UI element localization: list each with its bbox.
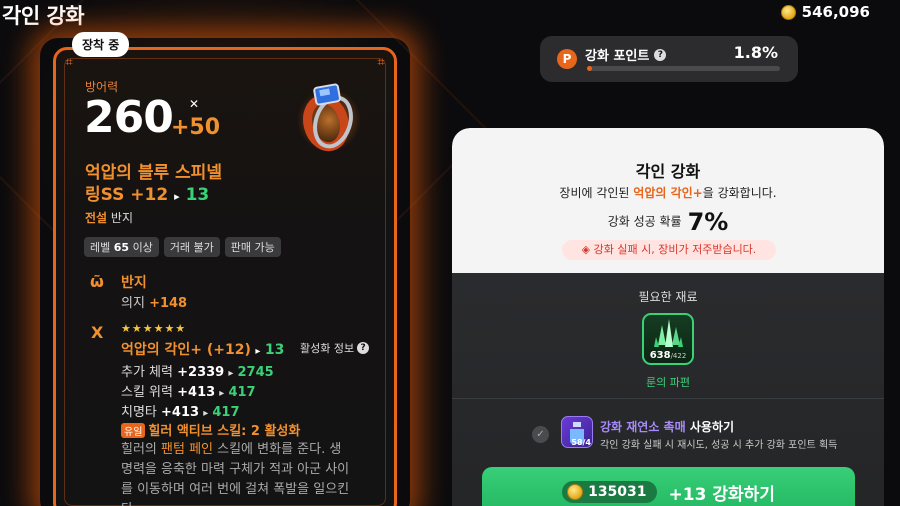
equipped-badge: 장착 중: [72, 32, 130, 57]
enhance-button-label: +13 강화하기: [668, 484, 775, 505]
engrave-line-hp: 추가 체력 +2339 ▸ 2745: [121, 365, 274, 380]
item-next-level: 13: [185, 185, 210, 205]
points-p-icon: P: [557, 49, 577, 69]
item-name-line2: 링SS +12 ▸ 13: [85, 184, 222, 208]
arrow-right-icon: ▸: [174, 190, 180, 203]
activate-info-button[interactable]: 활성화 정보 ?: [300, 340, 370, 356]
page-title: 각인 강화: [2, 4, 85, 28]
unique-skill-line: 유일 힐러 액티브 스킬: 2 활성화: [121, 420, 300, 439]
catalyst-checkbox[interactable]: ✓: [532, 426, 549, 443]
points-value: 1.8%: [733, 43, 778, 62]
engrave-icon: Ⅹ: [91, 323, 104, 342]
catalyst-count: 58/4: [571, 438, 591, 447]
tag-sell: 판매 가능: [224, 237, 281, 257]
enhance-points-bar: P 강화 포인트 ? 1.8%: [540, 36, 798, 82]
points-progress-track: [587, 66, 780, 71]
gold-display: 546,096: [780, 3, 870, 21]
material-count: 638/422: [649, 350, 687, 361]
engrave-line-crit: 치명타 +413 ▸ 417: [121, 405, 240, 420]
engrave-name: 억압의 각인+ (+12) ▸ 13: [121, 342, 285, 358]
engrave-line-power: 스킬 위력 +413 ▸ 417: [121, 385, 256, 400]
panel-title: 각인 강화: [635, 162, 701, 181]
item-type: 반지: [110, 211, 134, 225]
item-name: 억압의 블루 스피넬 링SS +12 ▸ 13: [85, 162, 222, 208]
item-tags: 레벨 65 이상 거래 불가 판매 가능: [84, 237, 281, 257]
catalyst-description: 각인 강화 실패 시 재시도, 성공 시 추가 강화 포인트 획득: [600, 440, 838, 451]
enhance-info-box: 각인 강화 장비에 각인된 억압의 각인+을 강화합니다. 강화 성공 확률 7%…: [452, 128, 884, 273]
gold-coin-icon: [567, 484, 584, 500]
stat-value: 260: [84, 92, 174, 143]
stat-bonus: +50: [171, 115, 221, 140]
material-label: 필요한 재료: [638, 290, 698, 304]
item-enhance-level: 링SS +12: [85, 185, 169, 205]
success-rate: 강화 성공 확률 7%: [607, 208, 729, 236]
help-icon[interactable]: ?: [654, 48, 667, 61]
engrave-stars: ★★★★★★: [121, 322, 187, 335]
unique-badge: 유일: [121, 423, 146, 438]
points-progress-fill: [587, 66, 592, 71]
help-icon: ?: [357, 342, 370, 354]
item-name-line1: 억압의 블루 스피넬: [85, 163, 222, 183]
catalyst-item-icon: 58/4: [561, 416, 593, 448]
enhance-cost: 135031: [562, 481, 657, 503]
gold-coin-icon: [780, 4, 796, 20]
divider: [452, 398, 884, 399]
points-label: 강화 포인트 ?: [585, 45, 667, 64]
panel-subtitle: 장비에 각인된 억압의 각인+을 강화합니다.: [559, 186, 777, 200]
sparkle-icon: ✕: [189, 97, 200, 111]
corner-ornament-icon: ⌗: [377, 55, 385, 70]
enhance-button[interactable]: 135031 +13 강화하기: [482, 467, 855, 506]
section-ring-stat: 의지 +148: [121, 296, 188, 311]
ring-item-icon: [297, 83, 361, 152]
corner-ornament-icon: ⌗: [65, 55, 73, 70]
gold-amount: 546,096: [801, 3, 870, 21]
rarity-label: 전설: [85, 211, 108, 225]
catalyst-title: 강화 재연소 촉매 사용하기: [600, 420, 734, 434]
warning-arrow-icon: ◈: [581, 243, 594, 256]
item-grade: 전설 반지: [85, 209, 133, 226]
skill-description: 힐러의 팬텀 페인 스킬에 변화를 준다. 생명력을 응축한 마력 구체가 적과…: [121, 442, 350, 506]
material-name: 룬의 파편: [646, 376, 690, 389]
tag-level: 레벨 65 이상: [84, 237, 159, 257]
tag-trade: 거래 불가: [163, 237, 220, 257]
enhance-panel: 각인 강화 장비에 각인된 억압의 각인+을 강화합니다. 강화 성공 확률 7%…: [452, 128, 884, 506]
material-slot[interactable]: 638/422: [642, 313, 694, 365]
curse-warning: ◈ 강화 실패 시, 장비가 저주받습니다.: [562, 240, 776, 260]
ring-icon: ῶ: [90, 272, 104, 291]
section-ring-title: 반지: [121, 275, 147, 291]
